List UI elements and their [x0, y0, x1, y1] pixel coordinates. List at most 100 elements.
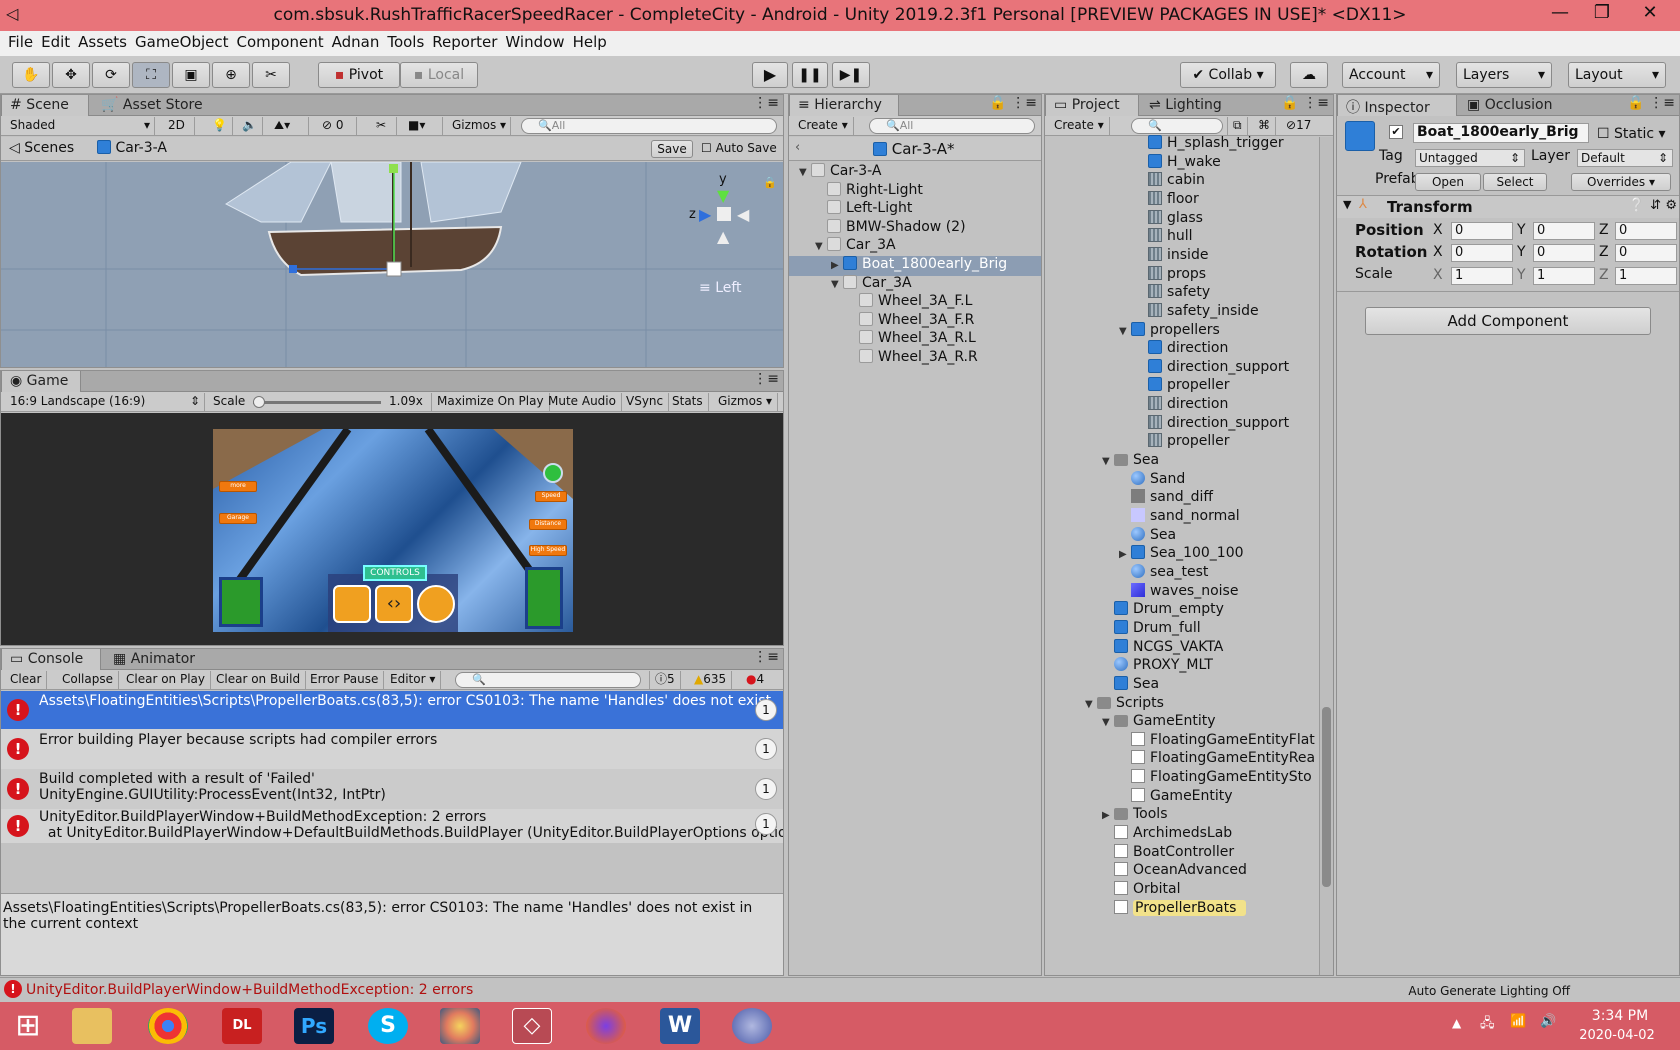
maximize-button[interactable]: ❐: [1582, 2, 1622, 23]
tab-occlusion[interactable]: ▣ Occlusion: [1459, 95, 1561, 116]
auto-lighting-status[interactable]: Auto Generate Lighting Off: [1408, 984, 1570, 998]
hierarchy-item[interactable]: ▶ Boat_1800early_Brig: [789, 256, 1041, 276]
error-pause-toggle[interactable]: Error Pause: [305, 671, 385, 689]
paint-icon[interactable]: [440, 1008, 480, 1044]
hud-pause-icon[interactable]: [543, 463, 563, 483]
tray-overflow-icon[interactable]: ▲: [1452, 1016, 1461, 1030]
static-toggle[interactable]: ☐ Static ▾: [1597, 126, 1666, 142]
local-toggle[interactable]: ▪ Local: [400, 62, 478, 88]
hud-garage-button[interactable]: Garage: [219, 513, 257, 524]
project-item[interactable]: direction_support: [1045, 414, 1319, 435]
scenes-breadcrumb-link[interactable]: ◁ Scenes: [9, 140, 74, 156]
menu-reporter[interactable]: Reporter: [424, 31, 497, 51]
foldout-arrow-icon[interactable]: ▼: [1102, 456, 1114, 467]
panel-menu-icon[interactable]: ⋮≡: [753, 95, 779, 116]
file-explorer-icon[interactable]: [72, 1008, 112, 1044]
account-dropdown[interactable]: Account ▾: [1342, 62, 1440, 88]
lighting-toggle-icon[interactable]: 💡: [207, 117, 233, 135]
unity-taskbar-icon[interactable]: ◇: [512, 1008, 552, 1044]
close-button[interactable]: ✕: [1630, 2, 1670, 23]
console-message-row[interactable]: ! UnityEditor.BuildPlayerWindow+BuildMet…: [1, 809, 783, 843]
project-item[interactable]: Sea: [1045, 526, 1319, 547]
project-item[interactable]: Sea: [1045, 675, 1319, 696]
hierarchy-item[interactable]: ▼ Car_3A: [789, 237, 1041, 257]
foldout-arrow-icon[interactable]: ▼: [1343, 198, 1351, 211]
project-item[interactable]: safety: [1045, 284, 1319, 304]
prefab-breadcrumb[interactable]: Car-3-A: [97, 140, 167, 156]
clear-on-play-toggle[interactable]: Clear on Play: [121, 671, 211, 689]
gizmo-x-cone-icon[interactable]: ◀: [737, 205, 749, 224]
menu-file[interactable]: File: [0, 31, 33, 51]
rotation-z-field[interactable]: 0: [1615, 244, 1677, 262]
project-item[interactable]: direction: [1045, 340, 1319, 360]
tab-console[interactable]: ▭ Console: [1, 649, 101, 670]
scale-z-field[interactable]: 1: [1615, 267, 1677, 285]
hierarchy-item[interactable]: Wheel_3A_F.R: [789, 311, 1041, 332]
aspect-dropdown[interactable]: 16:9 Landscape (16:9) ⇕: [5, 393, 205, 411]
windows-start-icon[interactable]: ⊞: [8, 1008, 48, 1044]
hand-tool-icon[interactable]: ✋: [12, 62, 50, 88]
project-search-input[interactable]: 🔍: [1131, 118, 1223, 134]
foldout-arrow-icon[interactable]: ▶: [831, 260, 843, 271]
hud-gas-pedal-icon[interactable]: [525, 567, 563, 629]
menu-help[interactable]: Help: [565, 31, 607, 51]
console-message-row[interactable]: ! Build completed with a result of 'Fail…: [1, 769, 783, 809]
project-item[interactable]: Drum_full: [1045, 619, 1319, 640]
project-item[interactable]: propeller: [1045, 377, 1319, 397]
project-scrollbar-thumb[interactable]: [1322, 707, 1331, 887]
settings-gear-icon[interactable]: ⚙: [1665, 198, 1677, 213]
lock-icon[interactable]: 🔒: [763, 176, 777, 189]
project-item[interactable]: ArchimedsLab: [1045, 825, 1319, 845]
project-item[interactable]: PropellerBoats: [1045, 899, 1319, 920]
wifi-signal-icon[interactable]: 📶: [1510, 1014, 1526, 1029]
rotate-tool-icon[interactable]: ⟳: [92, 62, 130, 88]
project-item[interactable]: NCGS_VAKTA: [1045, 638, 1319, 659]
transform-header[interactable]: ▼ ⅄ Transform ❔ ⇵ ⚙: [1337, 196, 1679, 218]
editor-dropdown[interactable]: Editor ▾: [385, 671, 442, 689]
collab-dropdown[interactable]: ✔ Collab ▾: [1180, 62, 1276, 88]
layers-dropdown[interactable]: Layers ▾: [1456, 62, 1552, 88]
vsync-toggle[interactable]: VSync: [621, 393, 670, 411]
panel-menu-icon[interactable]: ⋮≡: [753, 649, 779, 670]
project-item[interactable]: sea_test: [1045, 563, 1319, 584]
rect-tool-icon[interactable]: ▣: [172, 62, 210, 88]
tab-inspector[interactable]: ⓘ Inspector: [1337, 95, 1457, 116]
project-item[interactable]: H_wake: [1045, 153, 1319, 174]
panel-menu-icon[interactable]: 🔒 ⋮≡: [989, 95, 1037, 116]
project-item[interactable]: PROXY_MLT: [1045, 657, 1319, 677]
game-viewport[interactable]: more Garage Speed Distance High Speed CO…: [1, 413, 783, 645]
hierarchy-create-dropdown[interactable]: Create ▾: [793, 117, 854, 135]
move-tool-icon[interactable]: ✥: [52, 62, 90, 88]
menu-component[interactable]: Component: [229, 31, 324, 51]
clock-date[interactable]: 2020-04-02: [1572, 1028, 1662, 1043]
active-checkbox[interactable]: ✔: [1389, 125, 1403, 139]
shading-dropdown[interactable]: Shaded ▾: [5, 117, 155, 135]
menu-gameobject[interactable]: GameObject: [127, 31, 229, 51]
project-item[interactable]: ▶ Sea_100_100: [1045, 545, 1319, 565]
clear-on-build-toggle[interactable]: Clear on Build: [211, 671, 307, 689]
menu-edit[interactable]: Edit: [33, 31, 70, 51]
view-orientation-gizmo[interactable]: y z ▼ ▶ ◀ ▲: [689, 172, 759, 252]
project-scrollbar[interactable]: [1319, 137, 1333, 975]
word-icon[interactable]: W: [660, 1008, 700, 1044]
filter-label-icon[interactable]: ⌘: [1253, 117, 1276, 135]
project-item[interactable]: cabin: [1045, 172, 1319, 192]
hierarchy-search-input[interactable]: 🔍All: [869, 118, 1035, 134]
status-message[interactable]: UnityEditor.BuildPlayerWindow+BuildMetho…: [26, 982, 473, 998]
project-item[interactable]: sand_diff: [1045, 489, 1319, 509]
project-item[interactable]: GameEntity: [1045, 787, 1319, 808]
project-item[interactable]: Sand: [1045, 470, 1319, 491]
tools-icon[interactable]: ✂: [371, 117, 397, 135]
add-component-button[interactable]: Add Component: [1365, 307, 1651, 335]
prefab-overrides-dropdown[interactable]: Overrides ▾: [1571, 173, 1671, 191]
collapse-toggle[interactable]: Collapse: [57, 671, 119, 689]
project-item[interactable]: Drum_empty: [1045, 601, 1319, 621]
project-item[interactable]: props: [1045, 265, 1319, 286]
mute-audio-toggle[interactable]: Mute Audio: [543, 393, 622, 411]
hierarchy-item[interactable]: Right-Light: [789, 181, 1041, 202]
project-item[interactable]: hull: [1045, 228, 1319, 248]
stats-toggle[interactable]: Stats: [667, 393, 709, 411]
hierarchy-item[interactable]: Left-Light: [789, 200, 1041, 220]
warning-count-toggle[interactable]: ▲635: [689, 671, 733, 689]
hierarchy-item[interactable]: Wheel_3A_F.L: [789, 293, 1041, 313]
